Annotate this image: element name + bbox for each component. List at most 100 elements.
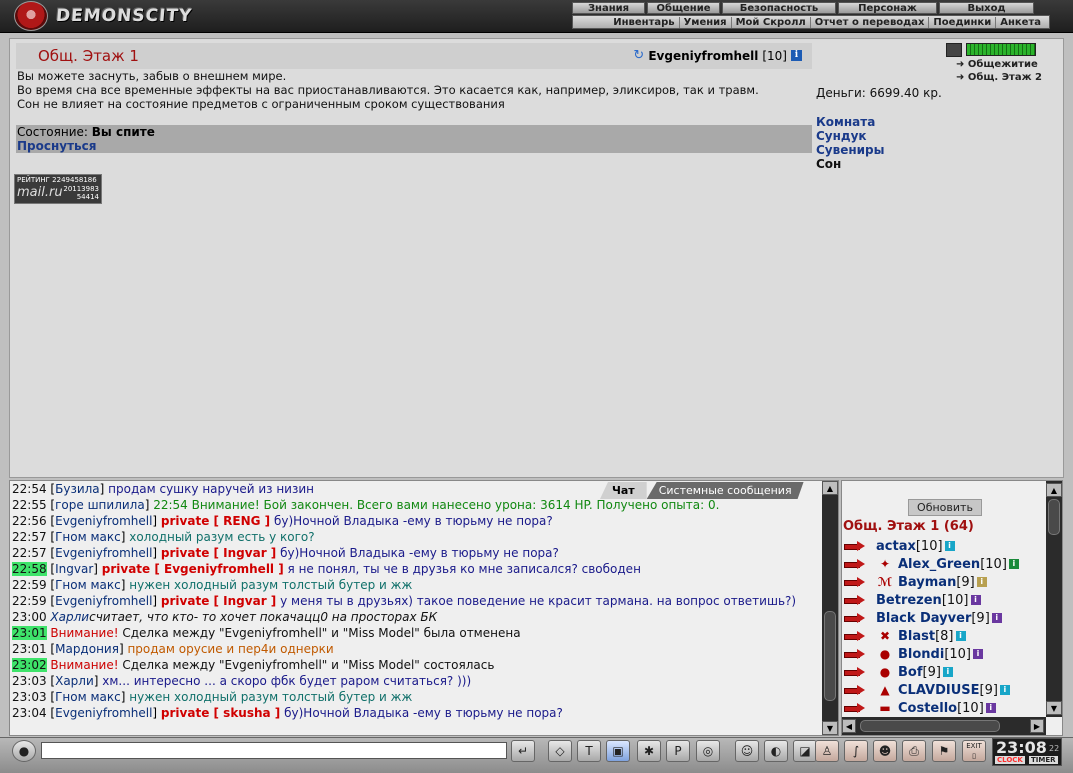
message-nick[interactable]: Evgeniyfromhell bbox=[55, 594, 152, 608]
message-nick[interactable]: Гном макс bbox=[55, 530, 121, 544]
private-tag[interactable]: private [ skusha ] bbox=[161, 706, 280, 720]
eraser-icon[interactable]: ◇ bbox=[548, 740, 572, 762]
user-nick[interactable]: actax bbox=[876, 539, 916, 554]
user-info-icon[interactable]: i bbox=[991, 613, 1002, 623]
message-nick[interactable]: Ingvar bbox=[55, 562, 93, 576]
user-info-icon[interactable]: i bbox=[973, 649, 983, 659]
private-arrow-icon[interactable] bbox=[844, 576, 866, 588]
message-nick[interactable]: Гном макс bbox=[55, 578, 121, 592]
chat-scroll-thumb[interactable] bbox=[824, 611, 836, 701]
chat-scrollbar[interactable]: ▲ ▼ bbox=[822, 481, 838, 735]
user-nick[interactable]: Bof bbox=[898, 665, 923, 680]
user-scroll-thumb[interactable] bbox=[1048, 499, 1060, 535]
skull-icon[interactable]: ◐ bbox=[764, 740, 788, 762]
private-tag[interactable]: private [ Ingvar ] bbox=[161, 594, 276, 608]
menu-chest[interactable]: Сундук bbox=[816, 129, 885, 143]
message-nick[interactable]: Бузила bbox=[55, 482, 100, 496]
user-scroll-right-icon[interactable]: ▶ bbox=[1030, 719, 1044, 733]
filter-icon[interactable]: ◪ bbox=[793, 740, 817, 762]
user-nick[interactable]: Blast bbox=[898, 629, 935, 644]
user-info-icon[interactable]: i bbox=[985, 703, 996, 713]
tab-system-messages[interactable]: Системные сообщения bbox=[647, 482, 804, 499]
subnav-transfers[interactable]: Отчет о переводах bbox=[809, 16, 929, 28]
nav-obshchenie[interactable]: Общение bbox=[647, 2, 720, 14]
wake-up-link[interactable]: Проснуться bbox=[17, 139, 96, 153]
user-hscroll-thumb[interactable] bbox=[860, 720, 1000, 732]
user-info-icon[interactable]: i bbox=[970, 595, 981, 605]
user-nick[interactable]: Betrezen bbox=[876, 593, 942, 608]
message-nick[interactable]: горе шпилила bbox=[55, 498, 145, 512]
user-nick[interactable]: Alex_Green bbox=[898, 557, 980, 572]
tab-chat[interactable]: Чат bbox=[600, 482, 647, 499]
user-nick[interactable]: Blondi bbox=[898, 647, 944, 662]
user-info-icon[interactable]: i bbox=[1008, 559, 1019, 569]
user-name[interactable]: Evgeniyfromhell bbox=[648, 49, 758, 63]
smile-face-icon[interactable]: ● bbox=[12, 740, 36, 762]
user-scrollbar[interactable]: ▲ ▼ bbox=[1046, 481, 1062, 717]
message-nick[interactable]: Харли bbox=[55, 674, 94, 688]
flag-icon[interactable]: ⚑ bbox=[932, 740, 956, 762]
scroll-up-icon[interactable]: ▲ bbox=[822, 481, 838, 495]
user-info-icon[interactable]: i bbox=[944, 541, 955, 551]
user-scroll-left-icon[interactable]: ◀ bbox=[842, 719, 856, 733]
message-nick[interactable]: Гном макс bbox=[55, 690, 121, 704]
user-scroll-down-icon[interactable]: ▼ bbox=[1046, 701, 1062, 715]
message-nick[interactable]: Evgeniyfromhell bbox=[55, 514, 152, 528]
exit-icon[interactable]: EXIT ▯ bbox=[962, 740, 986, 762]
private-tag[interactable]: private [ Ingvar ] bbox=[161, 546, 276, 560]
menu-souvenirs[interactable]: Сувениры bbox=[816, 143, 885, 157]
scroll-down-icon[interactable]: ▼ bbox=[822, 721, 838, 735]
sound-icon[interactable]: ◎ bbox=[696, 740, 720, 762]
send-icon[interactable]: ↵ bbox=[511, 740, 535, 762]
user-nick[interactable]: Bayman bbox=[898, 575, 956, 590]
subnav-my-scroll[interactable]: Мой Скролл bbox=[730, 16, 810, 28]
nav-znaniya[interactable]: Знания bbox=[572, 2, 645, 14]
nav-vyhod[interactable]: Выход bbox=[939, 2, 1034, 14]
user-hscrollbar[interactable]: ◀ ▶ bbox=[842, 717, 1046, 735]
timer-button[interactable]: TIMER bbox=[1029, 756, 1058, 764]
user-info-icon[interactable]: i bbox=[942, 667, 953, 677]
private-arrow-icon[interactable] bbox=[844, 558, 866, 570]
loc-link-floor2[interactable]: ➜ Общ. Этаж 2 bbox=[956, 72, 1042, 83]
private-arrow-icon[interactable] bbox=[844, 684, 866, 696]
scroll-icon[interactable]: ∫ bbox=[844, 740, 868, 762]
subnav-profile[interactable]: Анкета bbox=[995, 16, 1045, 28]
face-icon[interactable]: ☻ bbox=[873, 740, 897, 762]
refresh-button[interactable]: Обновить bbox=[908, 499, 982, 516]
subnav-inventory[interactable]: Инвентарь bbox=[609, 17, 678, 28]
walk-icon[interactable]: ✱ bbox=[637, 740, 661, 762]
user-info-icon[interactable]: i bbox=[976, 577, 987, 587]
message-nick[interactable]: Evgeniyfromhell bbox=[55, 706, 152, 720]
bag-icon[interactable]: ♙ bbox=[815, 740, 839, 762]
subnav-duels[interactable]: Поединки bbox=[928, 16, 995, 28]
message-nick[interactable]: Evgeniyfromhell bbox=[55, 546, 152, 560]
user-info-icon[interactable]: i bbox=[791, 50, 802, 61]
hammer-icon[interactable]: T bbox=[577, 740, 601, 762]
user-scroll-up-icon[interactable]: ▲ bbox=[1046, 483, 1062, 497]
user-nick[interactable]: CLAVDIUSE bbox=[898, 683, 980, 698]
menu-room[interactable]: Комната bbox=[816, 115, 885, 129]
private-arrow-icon[interactable] bbox=[844, 630, 866, 642]
private-arrow-icon[interactable] bbox=[844, 702, 866, 714]
private-arrow-icon[interactable] bbox=[844, 540, 866, 552]
message-nick[interactable]: Мардония bbox=[55, 642, 119, 656]
private-arrow-icon[interactable] bbox=[844, 666, 866, 678]
private-arrow-icon[interactable] bbox=[844, 594, 866, 606]
logo[interactable]: DEMONSCITY bbox=[14, 1, 193, 31]
private-tag[interactable]: private [ RENG ] bbox=[161, 514, 270, 528]
message-nick[interactable]: Харли bbox=[50, 610, 89, 624]
nav-bezopasnost[interactable]: Безопасность bbox=[722, 2, 836, 14]
clock-button[interactable]: CLOCK bbox=[995, 756, 1025, 764]
private-p-icon[interactable]: P bbox=[666, 740, 690, 762]
user-info-icon[interactable]: i bbox=[999, 685, 1010, 695]
user-info-icon[interactable]: i bbox=[955, 631, 966, 641]
rating-counter[interactable]: РЕЙТИНГ 2249458186 mail.ru 20113983 54414 bbox=[14, 174, 102, 204]
private-arrow-icon[interactable] bbox=[844, 648, 866, 660]
user-nick[interactable]: Black Dayver bbox=[876, 611, 971, 626]
print-icon[interactable]: ⎙ bbox=[902, 740, 926, 762]
nav-personazh[interactable]: Персонаж bbox=[838, 2, 937, 14]
user-nick[interactable]: Costello bbox=[898, 701, 957, 716]
subnav-skills[interactable]: Умения bbox=[678, 16, 731, 28]
chat-input[interactable] bbox=[41, 742, 507, 759]
loc-link-dormitory[interactable]: ➜ Общежитие bbox=[956, 59, 1038, 70]
